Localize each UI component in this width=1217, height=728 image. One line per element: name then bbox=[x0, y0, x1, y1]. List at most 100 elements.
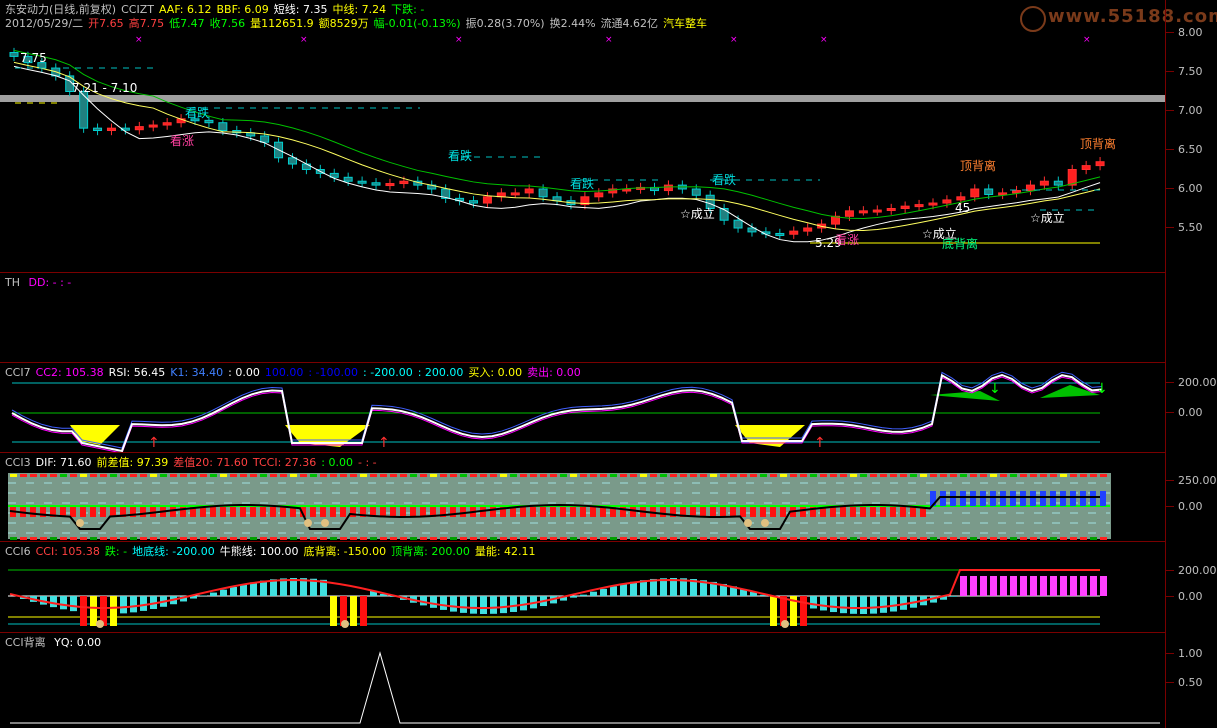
signal-bar bbox=[800, 474, 807, 477]
diff-bar bbox=[340, 507, 346, 517]
cci-bar bbox=[570, 596, 577, 598]
signal-bar bbox=[90, 537, 97, 540]
diff-bar bbox=[240, 507, 246, 517]
signal-bar bbox=[610, 474, 617, 477]
axis-tick-label: 7.50 bbox=[1166, 65, 1203, 78]
signal-bar bbox=[260, 537, 267, 540]
cci-bar bbox=[500, 596, 507, 614]
signal-bar bbox=[170, 537, 177, 540]
candle-body bbox=[1012, 190, 1022, 194]
signal-bar bbox=[420, 537, 427, 540]
signal-bar bbox=[940, 474, 947, 477]
candle-body bbox=[942, 199, 952, 204]
diff-bar bbox=[560, 507, 566, 517]
signal-bar bbox=[120, 537, 127, 540]
chart-annotation: 看跌 bbox=[448, 148, 472, 163]
candle-body bbox=[719, 208, 729, 221]
signal-bar bbox=[860, 474, 867, 477]
signal-bar bbox=[370, 474, 377, 477]
signal-bar bbox=[1050, 537, 1057, 540]
signal-bar bbox=[980, 474, 987, 477]
signal-bar bbox=[400, 474, 407, 477]
cci-bar bbox=[240, 584, 247, 596]
candlestick-chart[interactable]: × × × × × × ×7.757.21 - 7.10看跌看涨看跌看跌 看跌☆成立5.29看… bbox=[0, 0, 1165, 272]
cci6-chart[interactable] bbox=[0, 542, 1165, 632]
signal-bar bbox=[510, 537, 517, 540]
diff-bar bbox=[740, 507, 746, 517]
chart-annotation: 看涨 bbox=[835, 232, 859, 247]
cci-bar bbox=[1060, 576, 1067, 596]
signal-bar bbox=[730, 537, 737, 540]
signal-bar bbox=[380, 474, 387, 477]
signal-bar bbox=[760, 474, 767, 477]
signal-bar bbox=[1040, 474, 1047, 477]
cci-bar bbox=[1000, 576, 1007, 596]
axis-tick-label: 6.00 bbox=[1166, 182, 1203, 195]
signal-bar bbox=[530, 537, 537, 540]
diff-bar bbox=[210, 507, 216, 517]
cci-bar bbox=[990, 576, 997, 596]
cci3-chart[interactable] bbox=[0, 453, 1165, 541]
signal-bar bbox=[140, 537, 147, 540]
cci-bar bbox=[880, 596, 887, 613]
signal-bar bbox=[190, 537, 197, 540]
signal-bar bbox=[1010, 474, 1017, 477]
signal-bar bbox=[710, 474, 717, 477]
chart-annotation: ☆成立 bbox=[1030, 210, 1065, 225]
candle-body bbox=[9, 52, 19, 57]
signal-bar bbox=[150, 474, 157, 477]
signal-bar bbox=[20, 537, 27, 540]
candle-body bbox=[343, 176, 353, 182]
signal-bar bbox=[650, 537, 657, 540]
diff-bar bbox=[630, 507, 636, 517]
ccibl-chart[interactable] bbox=[0, 633, 1165, 728]
signal-bar bbox=[830, 474, 837, 477]
cci-bar bbox=[350, 596, 357, 626]
candle-body bbox=[1053, 180, 1063, 186]
signal-bar bbox=[870, 474, 877, 477]
cci7-chart[interactable]: ↑ ↑ ↑ ↓ ↓ bbox=[0, 363, 1165, 453]
signal-bar bbox=[750, 537, 757, 540]
signal-bar bbox=[940, 537, 947, 540]
candle-body bbox=[162, 122, 172, 126]
cci-bar bbox=[480, 596, 487, 614]
signal-bar bbox=[1070, 537, 1077, 540]
signal-bar bbox=[1050, 474, 1057, 477]
signal-bar bbox=[950, 537, 957, 540]
candle-body bbox=[1095, 161, 1105, 167]
signal-bar bbox=[430, 537, 437, 540]
signal-bar bbox=[970, 537, 977, 540]
signal-bar bbox=[900, 474, 907, 477]
signal-bar bbox=[880, 537, 887, 540]
signal-bar bbox=[720, 474, 727, 477]
signal-bar bbox=[460, 537, 467, 540]
cci-bar bbox=[450, 596, 457, 612]
signal-bar bbox=[680, 537, 687, 540]
diff-bar bbox=[80, 507, 86, 517]
cci-bar bbox=[90, 596, 97, 626]
cci-bar bbox=[890, 596, 897, 612]
signal-bar bbox=[90, 474, 97, 477]
signal-bar bbox=[650, 474, 657, 477]
th-panel[interactable]: TH DD: - : - bbox=[0, 273, 1217, 363]
marker-x: × bbox=[1083, 35, 1091, 45]
diff-bar bbox=[840, 507, 846, 517]
bottom-marker-icon bbox=[744, 519, 752, 527]
diff-bar bbox=[980, 491, 986, 506]
axis-tick-label: 0.00 bbox=[1166, 590, 1203, 603]
marker-x: × bbox=[455, 35, 463, 45]
cci-bar bbox=[50, 596, 57, 608]
signal-bar bbox=[80, 474, 87, 477]
signal-bar bbox=[1020, 537, 1027, 540]
signal-bar bbox=[960, 474, 967, 477]
signal-bar bbox=[580, 537, 587, 540]
signal-bar bbox=[840, 537, 847, 540]
diff-bar bbox=[600, 507, 606, 517]
signal-bar bbox=[780, 537, 787, 540]
signal-bar bbox=[560, 537, 567, 540]
buy-arrow-icon: ↑ bbox=[148, 435, 160, 451]
diff-bar bbox=[800, 507, 806, 517]
diff-bar bbox=[1000, 491, 1006, 506]
signal-bar bbox=[470, 474, 477, 477]
signal-bar bbox=[870, 537, 877, 540]
